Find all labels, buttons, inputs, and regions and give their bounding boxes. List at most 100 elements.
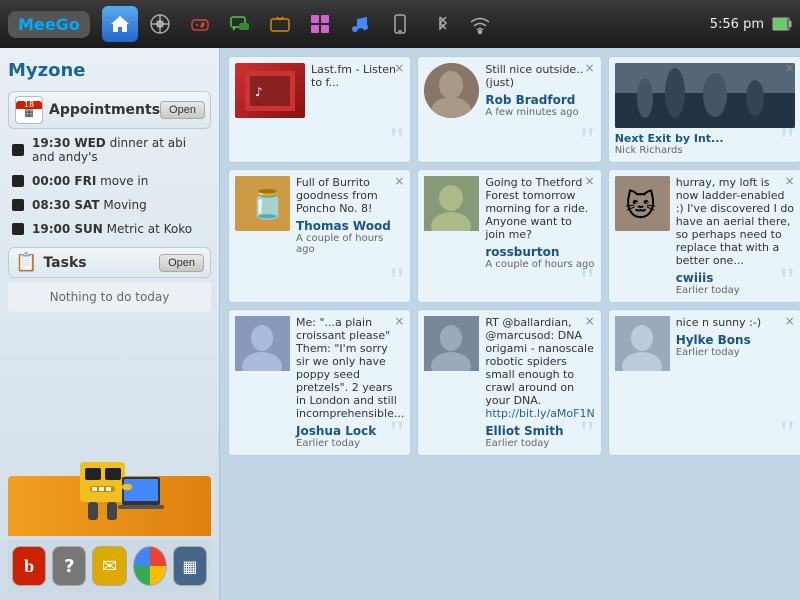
- cwiiis-text: hurray, my loft is now ladder-enabled :)…: [676, 176, 795, 267]
- mascot-svg: [50, 422, 170, 532]
- rossburton-text: Going to Thetford Forest tomorrow mornin…: [485, 176, 594, 241]
- appointment-item: 08:30 SAT Moving: [8, 195, 211, 215]
- appointments-open-button[interactable]: Open: [160, 101, 205, 119]
- tasks-open-button[interactable]: Open: [159, 254, 204, 272]
- feed-area: ♪ Last.fm - Listen to f... × " Still nic…: [220, 48, 800, 600]
- next-exit-title: Next Exit by Int...: [615, 132, 795, 145]
- appointment-item: 19:00 SUN Metric at Koko: [8, 219, 211, 239]
- thomas-author: Thomas Wood: [296, 219, 404, 233]
- nav-phone[interactable]: [382, 6, 418, 42]
- rob-bradford-card: Still nice outside.. (just) Rob Bradford…: [417, 56, 601, 163]
- appt-dot: [12, 175, 24, 187]
- nav-chat[interactable]: [222, 6, 258, 42]
- rossburton-close[interactable]: ×: [585, 174, 595, 188]
- svg-text:🫙: 🫙: [250, 188, 285, 221]
- nav-tv[interactable]: [262, 6, 298, 42]
- bottom-app-icons: b ? ✉ ▦: [8, 540, 211, 592]
- joshua-close[interactable]: ×: [394, 314, 404, 328]
- svg-text:🐱: 🐱: [625, 189, 656, 224]
- rob-avatar: [424, 63, 479, 118]
- rossburton-avatar: [424, 176, 479, 231]
- cwiiis-time: Earlier today: [676, 285, 795, 296]
- next-exit-photo: [615, 63, 795, 128]
- calendar-icon: 18 ▦: [15, 96, 43, 124]
- lastfm-close[interactable]: ×: [394, 61, 404, 75]
- character-illustration: [8, 316, 211, 536]
- tasks-icon: 📋: [15, 252, 37, 273]
- thomas-wood-card: 🫙 Full of Burrito goodness from Poncho N…: [228, 169, 411, 303]
- thomas-avatar: 🫙: [235, 176, 290, 231]
- cwiiis-author: cwiiis: [676, 271, 795, 285]
- lastfm-title: Last.fm - Listen to f...: [311, 63, 404, 89]
- joshua-avatar: [235, 316, 290, 371]
- tasks-section: 📋 Tasks Open Nothing to do today: [8, 247, 211, 312]
- hylke-avatar: [615, 316, 670, 371]
- nav-bluetooth[interactable]: [422, 6, 458, 42]
- hylke-author: Hylke Bons: [676, 333, 795, 347]
- rossburton-time: A couple of hours ago: [485, 259, 594, 270]
- nav-music[interactable]: [342, 6, 378, 42]
- tasks-title: Tasks: [43, 255, 86, 271]
- elliot-smith-card: RT @ballardian, @marcusod: DNA origami -…: [417, 309, 601, 456]
- thomas-text: Full of Burrito goodness from Poncho No.…: [296, 176, 404, 215]
- joshua-author: Joshua Lock: [296, 424, 404, 438]
- lastfm-thumbnail: ♪: [235, 63, 305, 118]
- rossburton-card: Going to Thetford Forest tomorrow mornin…: [417, 169, 601, 303]
- joshua-lock-card: Me: "...a plain croissant please" Them: …: [228, 309, 411, 456]
- nav-home[interactable]: [102, 6, 138, 42]
- beatsink-icon[interactable]: b: [12, 546, 46, 586]
- hylke-close[interactable]: ×: [785, 314, 795, 328]
- cwiiis-close[interactable]: ×: [785, 174, 795, 188]
- thomas-close[interactable]: ×: [394, 174, 404, 188]
- joshua-time: Earlier today: [296, 438, 404, 449]
- nav-grid[interactable]: [142, 6, 178, 42]
- myzone-title: Myzone: [8, 56, 211, 87]
- left-panel: Myzone 18 ▦ Appointments Open 19:30 WED …: [0, 48, 220, 600]
- nav-wifi[interactable]: [462, 6, 498, 42]
- appointment-item: 00:00 FRI move in: [8, 171, 211, 191]
- appt-text-4: 19:00 SUN Metric at Koko: [32, 222, 192, 236]
- meego-logo: MeeGo: [8, 11, 90, 38]
- appointments-title: Appointments: [49, 102, 160, 118]
- tasks-header: 📋 Tasks Open: [8, 247, 211, 278]
- appointments-header: 18 ▦ Appointments Open: [8, 91, 211, 129]
- appt-dot: [12, 223, 24, 235]
- lastfm-card: ♪ Last.fm - Listen to f... × ": [228, 56, 411, 163]
- elliot-text: RT @ballardian, @marcusod: DNA origami -…: [485, 316, 594, 420]
- next-exit-close[interactable]: ×: [785, 61, 795, 75]
- rossburton-author: rossburton: [485, 245, 594, 259]
- rob-close[interactable]: ×: [585, 61, 595, 75]
- appt-dot: [12, 144, 24, 156]
- tasks-empty-message: Nothing to do today: [8, 282, 211, 312]
- cwiiis-card: 🐱 hurray, my loft is now ladder-enabled …: [608, 169, 800, 303]
- elliot-time: Earlier today: [485, 438, 594, 449]
- rob-author: Rob Bradford: [485, 93, 594, 107]
- appt-text-3: 08:30 SAT Moving: [32, 198, 147, 212]
- svg-text:♪: ♪: [255, 85, 263, 99]
- main-area: Myzone 18 ▦ Appointments Open 19:30 WED …: [0, 48, 800, 600]
- hylke-time: Earlier today: [676, 347, 795, 358]
- elliot-close[interactable]: ×: [585, 314, 595, 328]
- rob-text: Still nice outside.. (just): [485, 63, 594, 89]
- mail-icon[interactable]: ✉: [92, 546, 126, 586]
- appointment-item: 19:30 WED dinner at abi and andy's: [8, 133, 211, 167]
- chrome-icon[interactable]: [133, 546, 167, 586]
- elliot-avatar: [424, 316, 479, 371]
- appt-text-1: 19:30 WED dinner at abi and andy's: [32, 136, 207, 164]
- appt-dot: [12, 199, 24, 211]
- next-exit-author: Nick Richards: [615, 145, 795, 156]
- appt-text-2: 00:00 FRI move in: [32, 174, 148, 188]
- hylke-bons-card: nice n sunny :-) Hylke Bons Earlier toda…: [608, 309, 800, 456]
- thomas-time: A couple of hours ago: [296, 233, 404, 255]
- barcode-reader-icon[interactable]: ▦: [173, 546, 207, 586]
- rob-time: A few minutes ago: [485, 107, 594, 118]
- hylke-text: nice n sunny :-): [676, 316, 795, 329]
- question-icon[interactable]: ?: [52, 546, 86, 586]
- nav-game[interactable]: [182, 6, 218, 42]
- topbar-right: 5:56 pm: [710, 17, 792, 32]
- clock: 5:56 pm: [710, 17, 764, 32]
- next-exit-card: Next Exit by Int... Nick Richards × ": [608, 56, 800, 163]
- topbar: MeeGo 5:56 pm: [0, 0, 800, 48]
- cwiiis-avatar: 🐱: [615, 176, 670, 231]
- nav-apps[interactable]: [302, 6, 338, 42]
